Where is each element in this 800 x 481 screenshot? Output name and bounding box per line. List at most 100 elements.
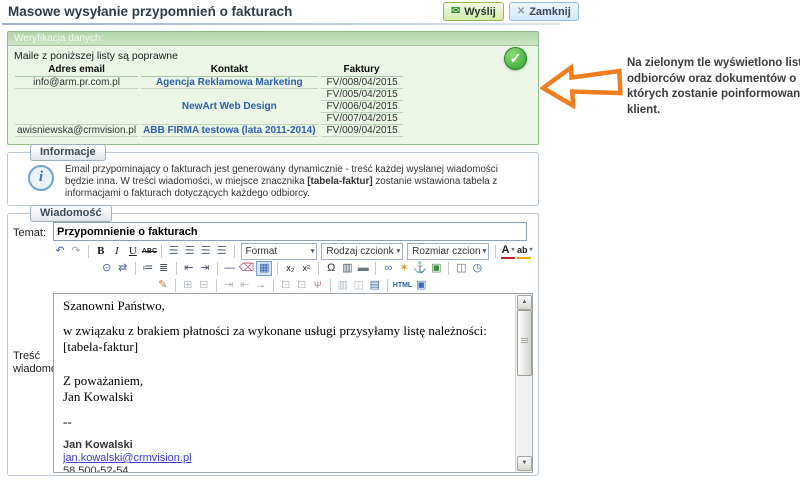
font-size-select[interactable]: Rozmiar czcion▾ <box>407 243 489 260</box>
close-icon: ✕ <box>517 6 525 17</box>
highlight-color-icon[interactable]: ab <box>517 244 531 259</box>
annotation-arrow-icon <box>540 63 624 109</box>
body-line: Szanowni Państwo, <box>63 298 512 314</box>
find-icon[interactable]: ⊙ <box>100 261 114 276</box>
format-select[interactable]: Format▾ <box>241 243 318 260</box>
insert-cell-icon[interactable]: ⊡ <box>279 278 293 293</box>
align-center-icon[interactable]: ☰ <box>183 244 197 259</box>
edit-source-icon[interactable]: ✎ <box>156 278 170 293</box>
insert-row-icon[interactable]: ⊞ <box>181 278 195 293</box>
split-cell-icon[interactable]: ◫ <box>352 278 366 293</box>
toolbar-separator <box>176 262 177 275</box>
align-justify-icon[interactable]: ☰ <box>215 244 229 259</box>
contact-link[interactable]: Agencja Reklamowa Marketing <box>141 77 317 89</box>
toolbar-separator <box>273 279 274 292</box>
toolbar-separator <box>330 279 331 292</box>
image-icon[interactable]: ▣ <box>429 261 443 276</box>
italic-icon[interactable]: I <box>110 244 124 259</box>
subscript-icon[interactable]: x₂ <box>283 261 297 276</box>
annotation-line: Na zielonym tle wyświetlono listę <box>627 56 800 72</box>
invoice-number: FV/007/04/2015 <box>321 113 403 125</box>
table-row: info@arm.pr.com.pl Agencja Reklamowa Mar… <box>15 77 403 89</box>
info-section: Informacje i Email przypominający o fakt… <box>7 152 539 206</box>
contact-link[interactable]: ABB FIRMA testowa (lata 2011-2014) <box>141 125 317 137</box>
signature-email-link[interactable]: jan.kowalski@crmvision.pl <box>63 452 512 465</box>
annotation-note: Na zielonym tle wyświetlono listę odbior… <box>627 56 800 118</box>
invoice-number: FV/009/04/2015 <box>321 125 403 137</box>
superscript-icon[interactable]: x² <box>299 261 313 276</box>
undo-icon[interactable]: ↶ <box>53 244 67 259</box>
anchor-icon[interactable]: ⚓ <box>413 261 427 276</box>
editor-toolbar-row-1: ↶↷BIUABC☰☰☰☰Format▾Rodzaj czcionk▾Rozmia… <box>53 243 531 259</box>
invoice-number: FV/005/04/2015 <box>321 89 403 101</box>
bullet-list-icon[interactable]: ≔ <box>141 261 155 276</box>
replace-icon[interactable]: ⇄ <box>116 261 130 276</box>
toolbar-separator <box>277 262 278 275</box>
toolbar-separator <box>217 262 218 275</box>
editor-frame: Szanowni Państwo,w związaku z brakiem pł… <box>53 293 533 473</box>
editor-scrollbar[interactable]: ▲ ▼ <box>515 294 532 472</box>
remove-format-icon[interactable]: ⌫ <box>239 261 255 276</box>
indent-icon[interactable]: ⇥ <box>198 261 212 276</box>
invoice-number: FV/008/04/2015 <box>321 77 403 89</box>
media-icon[interactable]: ▥ <box>340 261 354 276</box>
align-left-icon[interactable]: ☰ <box>167 244 181 259</box>
close-button-label: Zamknij <box>529 6 571 18</box>
html-source-icon[interactable]: HTML <box>393 278 412 293</box>
message-section: Wiadomość Temat: ↶↷BIUABC☰☰☰☰Format▾Rodz… <box>7 213 539 476</box>
insert-table-icon[interactable]: ▦ <box>256 261 272 276</box>
table-row: NewArt Web Design FV/005/04/2015 <box>15 89 403 101</box>
subject-label: Temat: <box>13 227 46 239</box>
link-icon[interactable]: ∞ <box>381 261 395 276</box>
clock-icon[interactable]: ◷ <box>470 261 484 276</box>
send-mail-icon: ✉ <box>451 6 460 17</box>
bold-icon[interactable]: B <box>94 244 108 259</box>
recipient-email: info@arm.pr.com.pl <box>15 77 138 89</box>
font-family-select[interactable]: Rodzaj czcionk▾ <box>321 243 403 260</box>
delete-cell-icon[interactable]: ⊡ <box>295 278 309 293</box>
send-button[interactable]: ✉ Wyślij <box>443 2 504 21</box>
subject-input[interactable] <box>53 222 527 241</box>
scroll-up-icon[interactable]: ▲ <box>517 295 532 310</box>
insert-column-icon[interactable]: ⇥ <box>222 278 236 293</box>
body-label: Treść wiadomości: <box>13 350 53 376</box>
document-icon[interactable]: ◫ <box>454 261 468 276</box>
column-arrow-icon[interactable]: → <box>254 278 268 293</box>
header-actions: ✉ Wyślij ✕ Zamknij <box>443 2 579 21</box>
page-break-icon[interactable]: ▬ <box>356 261 370 276</box>
close-button[interactable]: ✕ Zamknij <box>509 2 579 21</box>
toolbar-separator <box>135 262 136 275</box>
scrollbar-thumb[interactable] <box>517 310 532 376</box>
scrollbar-grip <box>521 338 528 344</box>
print-icon[interactable]: ▤ <box>368 278 382 293</box>
redo-icon[interactable]: ↷ <box>69 244 83 259</box>
toolbar-separator <box>495 245 496 258</box>
recipients-table: Adres email Kontakt Faktury info@arm.pr.… <box>12 64 406 137</box>
delete-column-icon[interactable]: ⇤ <box>238 278 252 293</box>
table-header-row: Adres email Kontakt Faktury <box>15 64 403 77</box>
outdent-icon[interactable]: ⇤ <box>182 261 196 276</box>
column-header-contact: Kontakt <box>141 64 317 77</box>
invoice-number: FV/006/04/2015 <box>321 101 403 113</box>
underline-icon[interactable]: U <box>126 244 140 259</box>
editor-body[interactable]: Szanowni Państwo,w związaku z brakiem pł… <box>54 294 516 472</box>
scroll-down-icon[interactable]: ▼ <box>517 456 532 471</box>
numbered-list-icon[interactable]: ≣ <box>157 261 171 276</box>
delete-row-icon[interactable]: ⊟ <box>197 278 211 293</box>
special-char-icon[interactable]: Ω <box>324 261 338 276</box>
body-line: Z poważaniem, <box>63 373 512 389</box>
verification-header: Weryfikacja danych: <box>8 32 538 46</box>
strikethrough-icon[interactable]: ABC <box>142 244 156 259</box>
cell-tool-icon[interactable]: Ψ <box>311 278 325 293</box>
fullscreen-icon[interactable]: ▣ <box>414 278 428 293</box>
contact-link[interactable]: NewArt Web Design <box>141 89 317 125</box>
verification-status: Maile z poniższej listy są poprawne <box>8 46 538 64</box>
page-title: Masowe wysyłanie przypomnień o fakturach <box>8 4 292 19</box>
merge-cells-icon[interactable]: ▥ <box>336 278 350 293</box>
font-color-icon[interactable]: A <box>501 244 515 259</box>
unlink-icon[interactable]: ✶ <box>397 261 411 276</box>
body-blank-line <box>63 364 512 373</box>
align-right-icon[interactable]: ☰ <box>199 244 213 259</box>
horizontal-rule-icon[interactable]: — <box>223 261 237 276</box>
message-section-legend: Wiadomość <box>30 205 112 222</box>
